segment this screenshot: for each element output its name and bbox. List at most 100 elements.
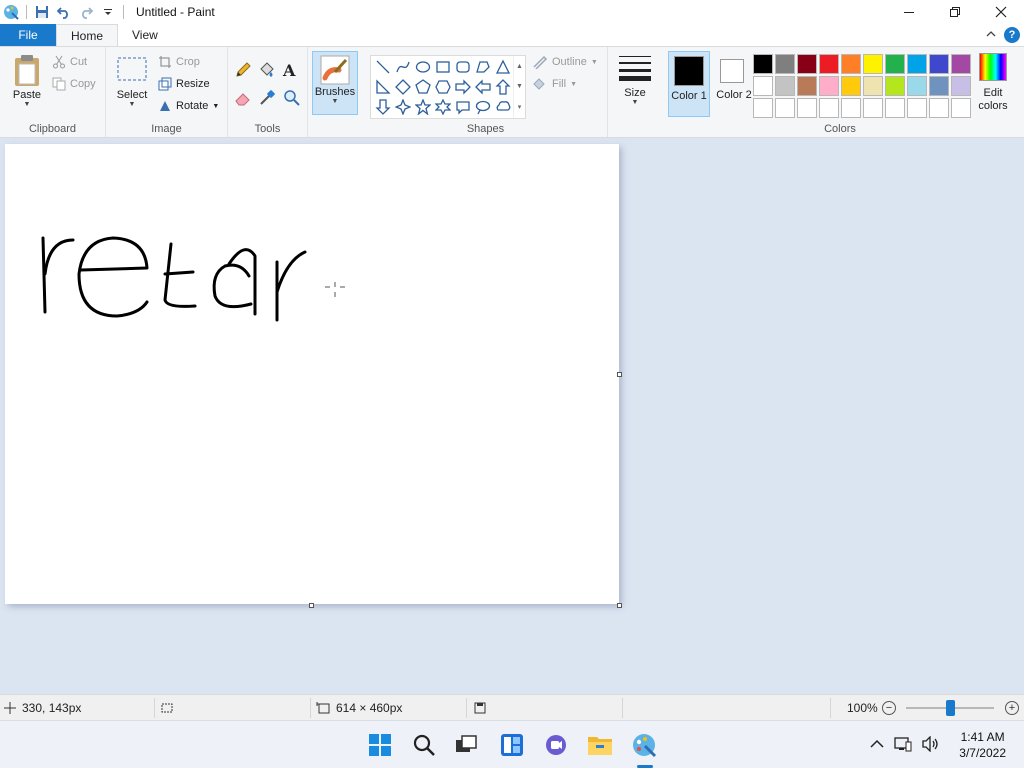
- drawing-canvas[interactable]: retar: [5, 144, 619, 604]
- rotate-dropdown-icon[interactable]: ▼: [212, 103, 219, 110]
- palette-swatch-r1-c5[interactable]: [841, 54, 861, 74]
- color1-button[interactable]: Color 1: [668, 51, 710, 117]
- right-arrow-shape-icon[interactable]: [453, 77, 473, 97]
- widgets-button[interactable]: [498, 731, 526, 759]
- paste-dropdown-icon[interactable]: ▼: [24, 101, 31, 108]
- redo-icon[interactable]: [75, 1, 97, 23]
- start-button[interactable]: [366, 731, 394, 759]
- triangle-shape-icon[interactable]: [493, 57, 513, 77]
- palette-swatch-r1-c3[interactable]: [797, 54, 817, 74]
- scroll-down-icon[interactable]: ▼: [516, 83, 523, 90]
- select-button[interactable]: Select ▼: [112, 55, 152, 108]
- size-dropdown-icon[interactable]: ▼: [632, 99, 639, 106]
- polygon-shape-icon[interactable]: [473, 57, 493, 77]
- fill-button[interactable]: Fill ▼: [532, 77, 577, 91]
- undo-icon[interactable]: [53, 1, 75, 23]
- eraser-icon[interactable]: [234, 89, 252, 110]
- pentagon-shape-icon[interactable]: [413, 77, 433, 97]
- paint-app-icon[interactable]: [0, 1, 22, 23]
- palette-swatch-r2-c6[interactable]: [863, 76, 883, 96]
- down-arrow-shape-icon[interactable]: [373, 97, 393, 117]
- paint-taskbar-button[interactable]: [630, 731, 658, 759]
- fill-dropdown-icon[interactable]: ▼: [570, 81, 577, 88]
- hexagon-shape-icon[interactable]: [433, 77, 453, 97]
- canvas-resize-handle-bottom[interactable]: [309, 603, 314, 608]
- five-point-star-shape-icon[interactable]: [413, 97, 433, 117]
- color2-button[interactable]: Color 2: [714, 51, 754, 117]
- rounded-rectangle-shape-icon[interactable]: [453, 57, 473, 77]
- rectangle-shape-icon[interactable]: [433, 57, 453, 77]
- palette-swatch-r2-c7[interactable]: [885, 76, 905, 96]
- pencil-icon[interactable]: [234, 61, 252, 82]
- palette-swatch-r3-c6[interactable]: [863, 98, 883, 118]
- taskbar-clock[interactable]: 1:41 AM 3/7/2022: [959, 729, 1006, 761]
- palette-swatch-r3-c2[interactable]: [775, 98, 795, 118]
- oval-shape-icon[interactable]: [413, 57, 433, 77]
- cut-button[interactable]: Cut: [52, 55, 87, 69]
- palette-swatch-r1-c2[interactable]: [775, 54, 795, 74]
- tab-home[interactable]: Home: [56, 24, 119, 46]
- canvas-resize-handle-right[interactable]: [617, 372, 622, 377]
- palette-swatch-r2-c4[interactable]: [819, 76, 839, 96]
- palette-swatch-r2-c1[interactable]: [753, 76, 773, 96]
- expand-gallery-icon[interactable]: ▾: [518, 103, 522, 111]
- magnifier-icon[interactable]: [283, 89, 301, 110]
- fill-icon[interactable]: [258, 61, 276, 82]
- palette-swatch-r3-c8[interactable]: [907, 98, 927, 118]
- zoom-out-button[interactable]: −: [882, 701, 896, 715]
- copy-button[interactable]: Copy: [52, 77, 96, 91]
- brushes-button[interactable]: Brushes ▼: [312, 51, 358, 115]
- four-point-star-shape-icon[interactable]: [393, 97, 413, 117]
- show-hidden-icons-icon[interactable]: [870, 738, 884, 752]
- paste-button[interactable]: Paste ▼: [6, 53, 48, 108]
- minimize-button[interactable]: [886, 0, 932, 24]
- palette-swatch-r1-c8[interactable]: [907, 54, 927, 74]
- palette-swatch-r3-c10[interactable]: [951, 98, 971, 118]
- left-arrow-shape-icon[interactable]: [473, 77, 493, 97]
- up-arrow-shape-icon[interactable]: [493, 77, 513, 97]
- palette-swatch-r2-c8[interactable]: [907, 76, 927, 96]
- palette-swatch-r3-c7[interactable]: [885, 98, 905, 118]
- right-triangle-shape-icon[interactable]: [373, 77, 393, 97]
- diamond-shape-icon[interactable]: [393, 77, 413, 97]
- tab-file[interactable]: File: [0, 24, 56, 46]
- cloud-callout-shape-icon[interactable]: [493, 97, 513, 117]
- palette-swatch-r3-c9[interactable]: [929, 98, 949, 118]
- palette-swatch-r2-c10[interactable]: [951, 76, 971, 96]
- volume-icon[interactable]: [922, 734, 940, 755]
- palette-swatch-r3-c3[interactable]: [797, 98, 817, 118]
- tab-view[interactable]: View: [118, 24, 172, 46]
- line-shape-icon[interactable]: [373, 57, 393, 77]
- oval-callout-shape-icon[interactable]: [473, 97, 493, 117]
- palette-swatch-r1-c4[interactable]: [819, 54, 839, 74]
- palette-swatch-r1-c6[interactable]: [863, 54, 883, 74]
- shapes-scrollbar[interactable]: ▲ ▼ ▾: [513, 56, 525, 118]
- collapse-ribbon-icon[interactable]: [986, 30, 996, 41]
- color-picker-icon[interactable]: [258, 89, 276, 110]
- network-icon[interactable]: [894, 736, 912, 755]
- chat-button[interactable]: [542, 731, 570, 759]
- palette-swatch-r1-c9[interactable]: [929, 54, 949, 74]
- curve-shape-icon[interactable]: [393, 57, 413, 77]
- palette-swatch-r3-c4[interactable]: [819, 98, 839, 118]
- palette-swatch-r2-c5[interactable]: [841, 76, 861, 96]
- zoom-in-button[interactable]: +: [1005, 701, 1019, 715]
- select-dropdown-icon[interactable]: ▼: [129, 101, 136, 108]
- palette-swatch-r1-c1[interactable]: [753, 54, 773, 74]
- close-button[interactable]: [978, 0, 1024, 24]
- palette-swatch-r3-c5[interactable]: [841, 98, 861, 118]
- file-explorer-button[interactable]: [586, 731, 614, 759]
- help-icon[interactable]: ?: [1004, 27, 1020, 43]
- save-icon[interactable]: [31, 1, 53, 23]
- rotate-button[interactable]: Rotate ▼: [158, 99, 219, 113]
- palette-swatch-r2-c2[interactable]: [775, 76, 795, 96]
- outline-dropdown-icon[interactable]: ▼: [591, 59, 598, 66]
- six-point-star-shape-icon[interactable]: [433, 97, 453, 117]
- rounded-callout-shape-icon[interactable]: [453, 97, 473, 117]
- search-button[interactable]: [410, 731, 438, 759]
- palette-swatch-r1-c10[interactable]: [951, 54, 971, 74]
- crop-button[interactable]: Crop: [158, 55, 200, 69]
- outline-button[interactable]: Outline ▼: [532, 55, 598, 69]
- palette-swatch-r2-c9[interactable]: [929, 76, 949, 96]
- customize-qat-icon[interactable]: [97, 1, 119, 23]
